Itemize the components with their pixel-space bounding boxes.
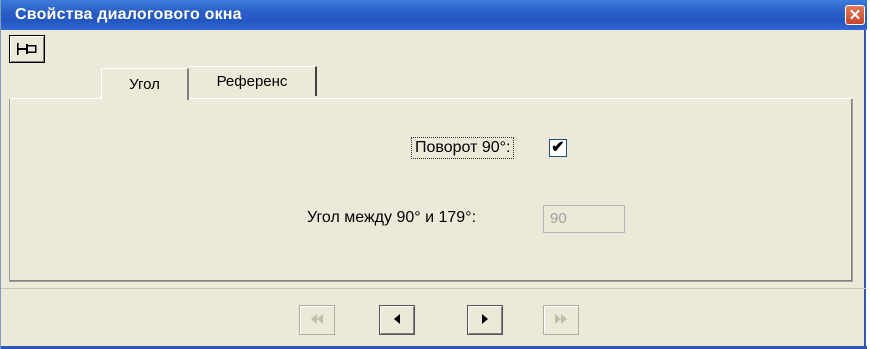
arrow-right-icon	[480, 312, 490, 328]
arrow-left-icon	[392, 312, 402, 328]
checkmark-icon: ✔	[551, 139, 565, 156]
first-button[interactable]	[299, 305, 335, 335]
tab-angle-label: Угол	[129, 76, 160, 93]
rotate-90-label[interactable]: Поворот 90°:	[411, 137, 515, 159]
double-arrow-right-icon	[553, 312, 569, 328]
tab-angle[interactable]: Угол	[101, 68, 189, 100]
pin-button[interactable]	[9, 35, 45, 63]
tab-reference-label: Референс	[216, 73, 288, 90]
close-icon: ✕	[848, 6, 862, 24]
double-arrow-left-icon	[309, 312, 325, 328]
last-button[interactable]	[543, 305, 579, 335]
rotate-90-checkbox[interactable]: ✔	[549, 139, 567, 157]
close-button[interactable]: ✕	[845, 5, 865, 25]
window-title: Свойства диалогового окна	[15, 6, 242, 23]
next-button[interactable]	[467, 305, 503, 335]
separator	[1, 288, 867, 289]
angle-input[interactable]: 90	[543, 205, 625, 233]
dialog-window: Свойства диалогового окна ✕ Угол Референ…	[0, 0, 867, 349]
tab-reference[interactable]: Референс	[189, 66, 317, 96]
title-bar[interactable]: Свойства диалогового окна ✕	[1, 0, 867, 30]
pin-icon	[17, 43, 37, 55]
tab-panel	[9, 98, 853, 282]
angle-range-label: Угол между 90° и 179°:	[307, 209, 477, 226]
previous-button[interactable]	[379, 305, 415, 335]
